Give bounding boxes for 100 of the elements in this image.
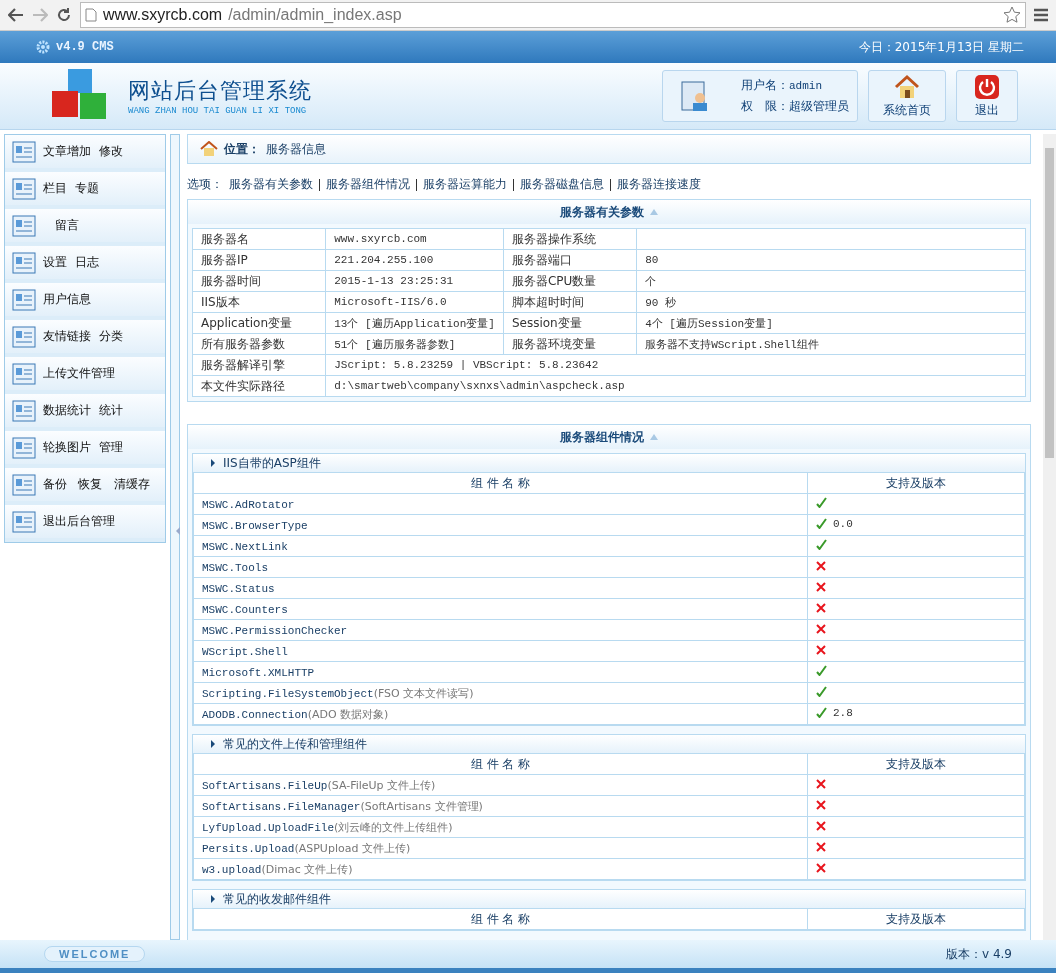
version-text: 0.0 bbox=[833, 517, 853, 530]
sidebar-item[interactable]: 设置 日志 bbox=[5, 246, 165, 283]
column-header: 支持及版本 bbox=[807, 908, 1025, 930]
sidebar-toggle[interactable] bbox=[170, 134, 180, 940]
column-header: 支持及版本 bbox=[807, 753, 1025, 775]
document-icon bbox=[11, 360, 37, 387]
table-cell: 所有服务器参数 bbox=[192, 333, 326, 355]
table-cell: d:\smartweb\company\sxnxs\admin\aspcheck.asp bbox=[325, 375, 1026, 397]
gear-icon bbox=[36, 40, 50, 54]
table-cell: 13个 [遍历Application变量] bbox=[325, 312, 504, 334]
welcome-badge: WELCOME bbox=[44, 946, 146, 962]
document-icon bbox=[11, 138, 37, 165]
document-icon bbox=[11, 249, 37, 276]
triangle-icon bbox=[211, 895, 215, 903]
version-text: 2.8 bbox=[833, 706, 853, 719]
system-title: 网站后台管理系统 bbox=[128, 77, 312, 105]
document-icon bbox=[11, 212, 37, 239]
username-text: 用户名：admin bbox=[741, 77, 823, 94]
document-icon bbox=[11, 471, 37, 498]
table-cell: Microsoft.XMLHTTP bbox=[193, 661, 808, 683]
column-header: 组 件 名 称 bbox=[193, 753, 808, 775]
table-cell: 服务器IP bbox=[192, 249, 326, 271]
star-icon[interactable] bbox=[1003, 6, 1021, 24]
table-cell: ADODB.Connection(ADO 数据对象) bbox=[193, 703, 808, 725]
version-label: v4.9 CMS bbox=[56, 40, 114, 54]
group-title: IIS自带的ASP组件 bbox=[223, 454, 321, 472]
table-cell: 4个 [遍历Session变量] bbox=[636, 312, 1026, 334]
table-cell: SoftArtisans.FileUp(SA-FileUp 文件上传) bbox=[193, 774, 808, 796]
group-title: 常见的收发邮件组件 bbox=[223, 890, 331, 908]
forward-icon[interactable] bbox=[32, 8, 48, 22]
table-cell: SoftArtisans.FileManager(SoftArtisans 文件管理) bbox=[193, 795, 808, 817]
table-cell: 51个 [遍历服务器参数] bbox=[325, 333, 504, 355]
system-subtitle: WANG ZHAN HOU TAI GUAN LI XI TONG bbox=[128, 106, 308, 116]
sidebar-item[interactable]: 上传文件管理 bbox=[5, 357, 165, 394]
document-icon bbox=[11, 397, 37, 424]
table-cell: 本文件实际路径 bbox=[192, 375, 326, 397]
page-icon bbox=[85, 8, 97, 22]
sidebar-item[interactable]: 退出后台管理 bbox=[5, 505, 165, 542]
sidebar-item[interactable]: 文章增加 修改 bbox=[5, 135, 165, 172]
column-header: 组 件 名 称 bbox=[193, 908, 808, 930]
table-cell: MSWC.AdRotator bbox=[193, 493, 808, 515]
sidebar-item[interactable]: 数据统计 统计 bbox=[5, 394, 165, 431]
table-cell: MSWC.NextLink bbox=[193, 535, 808, 557]
role-text: 权 限：超级管理员 bbox=[741, 98, 849, 115]
table-cell: MSWC.Status bbox=[193, 577, 808, 599]
home-button[interactable]: 系统首页 bbox=[868, 70, 946, 122]
document-icon bbox=[11, 508, 37, 535]
option-link[interactable]: 服务器连接速度 bbox=[617, 176, 701, 193]
address-bar[interactable]: www.sxyrcb.com /admin/admin_index.asp bbox=[80, 2, 1026, 28]
column-header: 支持及版本 bbox=[807, 472, 1025, 494]
option-link[interactable]: 服务器组件情况 bbox=[326, 176, 410, 193]
table-cell: JScript: 5.8.23259 | VBScript: 5.8.23642 bbox=[325, 354, 1026, 376]
section-title: 服务器有关参数 bbox=[560, 203, 644, 221]
reload-icon[interactable] bbox=[56, 7, 72, 23]
table-cell: 脚本超时时间 bbox=[503, 291, 637, 313]
table-cell: Persits.Upload(ASPUpload 文件上传) bbox=[193, 837, 808, 859]
table-cell: Scripting.FileSystemObject(FSO 文本文件读写) bbox=[193, 682, 808, 704]
table-cell: 221.204.255.100 bbox=[325, 249, 504, 271]
menu-icon[interactable] bbox=[1034, 8, 1048, 22]
section-title: 服务器组件情况 bbox=[560, 428, 644, 446]
options-label: 选项： bbox=[187, 176, 223, 193]
table-cell: WScript.Shell bbox=[193, 640, 808, 662]
collapse-icon[interactable] bbox=[650, 209, 658, 215]
sidebar-item[interactable]: 栏目 专题 bbox=[5, 172, 165, 209]
document-icon bbox=[11, 175, 37, 202]
sidebar-item[interactable]: 留言 bbox=[5, 209, 165, 246]
table-cell: 服务器时间 bbox=[192, 270, 326, 292]
collapse-icon[interactable] bbox=[650, 434, 658, 440]
table-cell: 90 秒 bbox=[636, 291, 1026, 313]
option-link[interactable]: 服务器有关参数 bbox=[229, 176, 313, 193]
house-icon bbox=[894, 73, 920, 100]
option-link[interactable]: 服务器磁盘信息 bbox=[520, 176, 604, 193]
table-cell: 服务器解译引擎 bbox=[192, 354, 326, 376]
breadcrumb-value: 服务器信息 bbox=[266, 140, 326, 158]
table-cell: 服务器不支持WScript.Shell组件 bbox=[636, 333, 1026, 355]
table-cell: IIS版本 bbox=[192, 291, 326, 313]
table-cell: 服务器环境变量 bbox=[503, 333, 637, 355]
option-link[interactable]: 服务器运算能力 bbox=[423, 176, 507, 193]
document-icon bbox=[11, 434, 37, 461]
back-icon[interactable] bbox=[8, 8, 24, 22]
document-icon bbox=[11, 286, 37, 313]
table-cell: 个 bbox=[636, 270, 1026, 292]
table-cell: www.sxyrcb.com bbox=[325, 228, 504, 250]
document-icon bbox=[11, 323, 37, 350]
sidebar-item[interactable]: 用户信息 bbox=[5, 283, 165, 320]
breadcrumb-label: 位置： bbox=[224, 140, 260, 158]
table-cell: LyfUpload.UploadFile(刘云峰的文件上传组件) bbox=[193, 816, 808, 838]
table-cell: Application变量 bbox=[192, 312, 326, 334]
exit-button[interactable]: 退出 bbox=[956, 70, 1018, 122]
version-footer: 版本：v 4.9 bbox=[946, 945, 1012, 963]
triangle-icon bbox=[211, 459, 215, 467]
scrollbar[interactable] bbox=[1043, 134, 1056, 940]
table-cell: MSWC.Counters bbox=[193, 598, 808, 620]
home-icon bbox=[200, 141, 218, 157]
sidebar-item[interactable]: 轮换图片 管理 bbox=[5, 431, 165, 468]
sidebar-item[interactable]: 友情链接 分类 bbox=[5, 320, 165, 357]
power-icon bbox=[974, 73, 1000, 100]
table-cell: w3.upload(Dimac 文件上传) bbox=[193, 858, 808, 880]
table-cell: 服务器名 bbox=[192, 228, 326, 250]
sidebar-item[interactable]: 备份 恢复 清缓存 bbox=[5, 468, 165, 505]
